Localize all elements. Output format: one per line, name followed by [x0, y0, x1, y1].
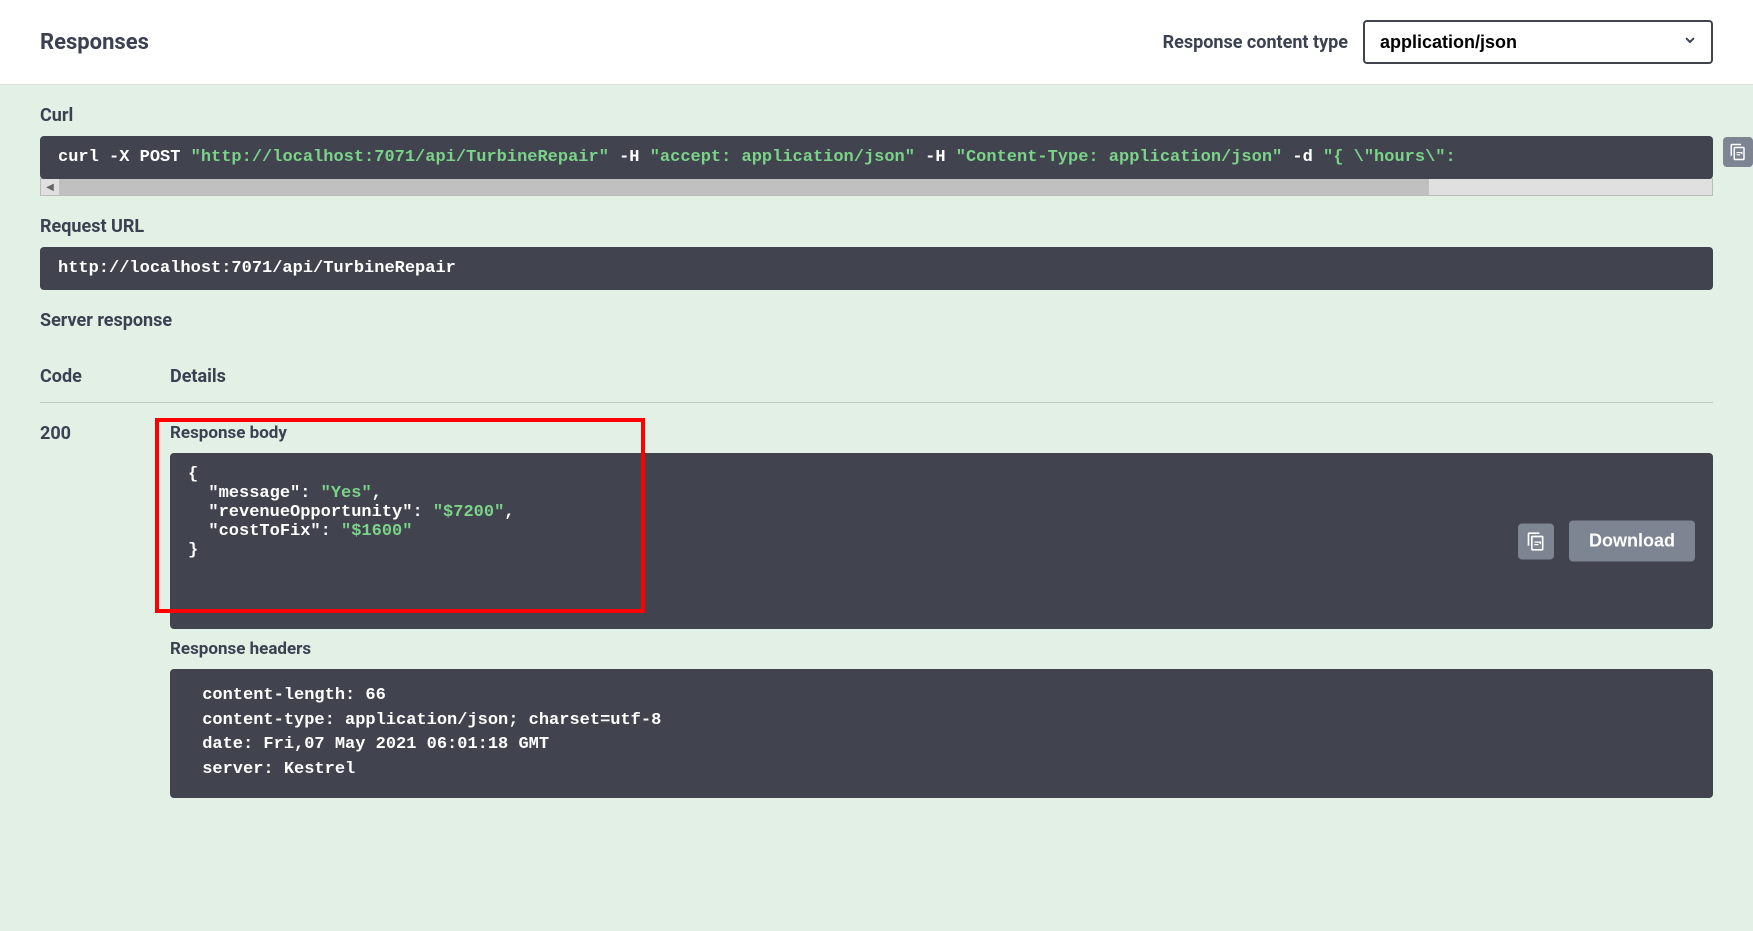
json-colon: :	[412, 503, 432, 522]
curl-text: curl -X POST	[58, 148, 191, 167]
json-comma: ,	[504, 503, 514, 522]
curl-header: "Content-Type: application/json"	[956, 148, 1282, 167]
response-headers-block: content-length: 66 content-type: applica…	[170, 669, 1713, 798]
json-key: "revenueOpportunity"	[208, 503, 412, 522]
request-url-label: Request URL	[40, 216, 1713, 237]
json-colon: :	[300, 484, 320, 503]
json-brace: {	[188, 465, 198, 484]
curl-text: -d	[1282, 148, 1323, 167]
curl-url: "http://localhost:7071/api/TurbineRepair…	[191, 148, 609, 167]
curl-body: "{ \"hours\":	[1323, 148, 1456, 167]
responses-header: Responses Response content type applicat…	[0, 0, 1753, 85]
response-row: 200 Response body { "message": "Yes", "r…	[40, 403, 1713, 798]
server-response-label: Server response	[0, 290, 1753, 331]
json-value: "Yes"	[321, 484, 372, 503]
table-header: Code Details	[40, 351, 1713, 403]
responses-title: Responses	[40, 30, 149, 55]
curl-command: curl -X POST "http://localhost:7071/api/…	[40, 136, 1713, 179]
response-code: 200	[40, 423, 170, 798]
json-value: "$7200"	[433, 503, 504, 522]
scroll-left-arrow[interactable]: ◀	[41, 179, 59, 195]
response-table: Code Details 200 Response body { "messag…	[0, 331, 1753, 798]
request-url-section: Request URL http://localhost:7071/api/Tu…	[0, 196, 1753, 290]
download-button[interactable]: Download	[1569, 521, 1695, 562]
col-details-header: Details	[170, 366, 226, 387]
curl-scrollbar[interactable]: ◀	[40, 178, 1713, 196]
curl-section: Curl curl -X POST "http://localhost:7071…	[0, 85, 1753, 196]
content-type-wrapper: Response content type application/json	[1163, 20, 1713, 64]
body-actions: Download	[1518, 521, 1695, 562]
json-colon: :	[321, 522, 341, 541]
curl-text: -H	[609, 148, 650, 167]
response-headers-label: Response headers	[170, 639, 1713, 659]
curl-header: "accept: application/json"	[650, 148, 915, 167]
json-value: "$1600"	[341, 522, 412, 541]
json-key: "message"	[208, 484, 300, 503]
scrollbar-thumb[interactable]	[59, 179, 1429, 195]
curl-text: -H	[915, 148, 956, 167]
col-code-header: Code	[40, 366, 170, 387]
clipboard-icon	[1729, 143, 1747, 161]
json-comma: ,	[372, 484, 382, 503]
response-details: Response body { "message": "Yes", "reven…	[170, 423, 1713, 798]
content-type-label: Response content type	[1163, 32, 1348, 53]
json-brace: }	[188, 541, 198, 560]
content-type-select[interactable]: application/json	[1363, 20, 1713, 64]
scrollbar-track[interactable]	[1429, 179, 1712, 195]
json-key: "costToFix"	[208, 522, 320, 541]
request-url-value: http://localhost:7071/api/TurbineRepair	[40, 247, 1713, 290]
clipboard-icon	[1526, 531, 1546, 551]
copy-body-button[interactable]	[1518, 523, 1554, 559]
curl-label: Curl	[40, 105, 1713, 126]
response-body-label: Response body	[170, 423, 1713, 443]
response-body-block: { "message": "Yes", "revenueOpportunity"…	[170, 453, 1713, 629]
copy-curl-button[interactable]	[1723, 137, 1753, 167]
